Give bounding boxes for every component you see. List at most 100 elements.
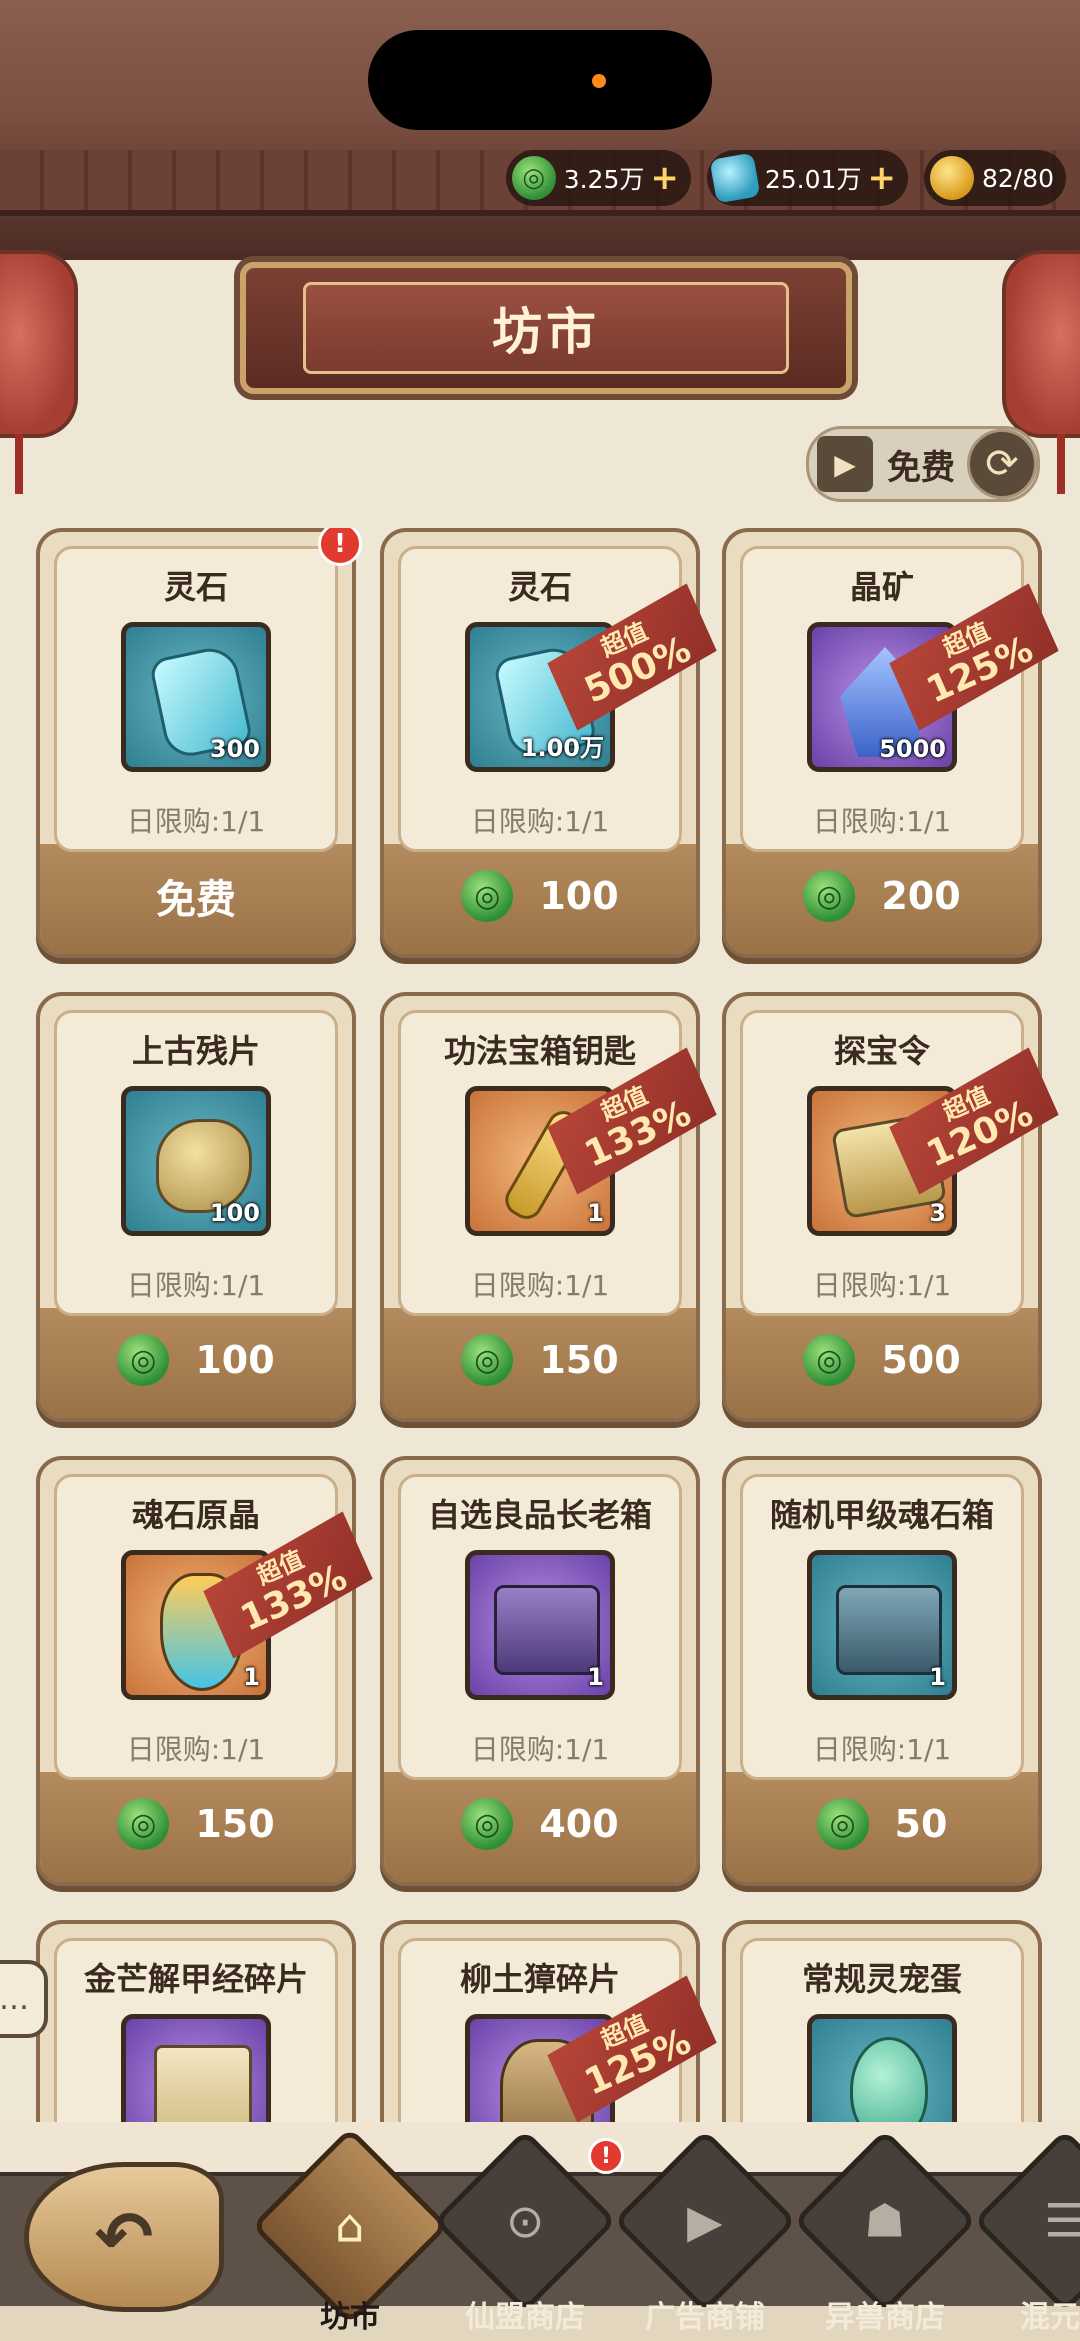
- item-qty: 5000: [879, 735, 946, 763]
- item-qty: 1: [929, 1663, 946, 1691]
- refresh-label: 免费: [887, 447, 955, 488]
- item-price: 免费: [156, 877, 236, 923]
- video-icon: ▶: [613, 2129, 797, 2313]
- jade-coin-icon: ◎: [803, 1334, 856, 1386]
- item-price: 400: [539, 1802, 619, 1846]
- back-arrow-icon: ↶: [94, 2196, 154, 2278]
- price-button[interactable]: ◎ 150: [384, 1310, 696, 1410]
- item-qty: 3: [929, 1199, 946, 1227]
- jade-coin-icon: ◎: [117, 1798, 170, 1850]
- shop-item-card[interactable]: 常规灵宠蛋: [722, 1920, 1042, 2128]
- item-limit: 日限购:1/1: [126, 1733, 266, 1766]
- spirit-stone-icon: 300: [121, 622, 271, 772]
- item-limit: 日限购:1/1: [470, 805, 610, 838]
- item-name: 自选良品长老箱: [427, 1496, 652, 1534]
- item-qty: 1: [243, 1663, 260, 1691]
- item-qty: 1.00万: [520, 734, 604, 762]
- spirit-stone-icon: [709, 152, 761, 204]
- item-name: 功法宝箱钥匙: [443, 1032, 636, 1070]
- tab-ad-shop[interactable]: ▶ 广告商铺: [613, 2129, 797, 2335]
- item-name: 上古残片: [131, 1032, 260, 1070]
- item-qty: 100: [209, 1199, 260, 1227]
- refresh-icon: ⟳: [967, 429, 1037, 499]
- pet-egg-icon: [807, 2014, 957, 2128]
- shop-item-card[interactable]: 上古残片 100 日限购:1/1 ◎ 100: [36, 992, 356, 1422]
- alert-icon: !: [318, 528, 362, 566]
- jade-coin-icon: ◎: [461, 870, 514, 922]
- item-name: 魂石原晶: [131, 1496, 260, 1534]
- scroll-icon: ☰: [973, 2129, 1080, 2313]
- shop-item-card[interactable]: 随机甲级魂石箱 1 日限购:1/1 ◎ 50: [722, 1456, 1042, 1886]
- tab-label: 混元商: [1020, 2300, 1080, 2335]
- item-price: 500: [881, 1338, 961, 1382]
- tab-market[interactable]: ⌂ 坊市: [251, 2127, 449, 2335]
- jade-coin-icon: ◎: [461, 1334, 514, 1386]
- tab-hunyuan-shop[interactable]: ☰ 混元商: [973, 2129, 1080, 2335]
- item-price: 150: [539, 1338, 619, 1382]
- price-button[interactable]: ◎ 100: [40, 1310, 352, 1410]
- plus-icon[interactable]: +: [867, 161, 896, 195]
- tab-beast-shop[interactable]: ☗ 异兽商店: [793, 2129, 977, 2335]
- title-board: 坊市: [240, 262, 852, 394]
- jade-coin-icon: ◎: [803, 870, 856, 922]
- plus-icon[interactable]: +: [650, 161, 679, 195]
- stamina-icon: [929, 156, 974, 200]
- item-name: 金芒解甲经碎片: [83, 1960, 308, 1998]
- shop-item-card[interactable]: 金芒解甲经碎片: [36, 1920, 356, 2128]
- bottom-nav: ↶ ⌂ 坊市 ⊙ 仙盟商店 ▶ 广告商铺 ☗ 异兽商店 ☰ 混元商: [0, 2122, 1080, 2341]
- back-button[interactable]: ↶: [24, 2162, 224, 2312]
- camera-indicator: [592, 74, 606, 88]
- item-limit: 日限购:1/1: [470, 1733, 610, 1766]
- price-button[interactable]: ◎ 200: [726, 846, 1038, 946]
- item-name: 随机甲级魂石箱: [769, 1496, 994, 1534]
- price-button[interactable]: 免费: [40, 846, 352, 946]
- shop-item-card[interactable]: 晶矿 5000 日限购:1/1 ◎ 200 超值 125%: [722, 528, 1042, 958]
- price-button[interactable]: ◎ 50: [726, 1774, 1038, 1874]
- camera-notch: [368, 30, 712, 130]
- shop-item-card[interactable]: 探宝令 3 日限购:1/1 ◎ 500 超值 120%: [722, 992, 1042, 1422]
- shop-item-card[interactable]: 灵石 300 日限购:1/1 免费 !: [36, 528, 362, 958]
- page-title: 坊市: [492, 303, 600, 361]
- tab-alliance-shop[interactable]: ⊙ 仙盟商店: [433, 2129, 617, 2335]
- currency-jade-value: 3.25万: [563, 165, 645, 194]
- item-name: 探宝令: [833, 1032, 930, 1070]
- elder-chest-icon: 1: [465, 1550, 615, 1700]
- shop-item-card[interactable]: 魂石原晶 1 日限购:1/1 ◎ 150 超值 133%: [36, 1456, 356, 1886]
- currency-stamina[interactable]: 82/80: [923, 150, 1066, 206]
- shop-item-card[interactable]: 功法宝箱钥匙 1 日限购:1/1 ◎ 150 超值 133%: [380, 992, 700, 1422]
- chat-icon[interactable]: …: [0, 1960, 48, 2038]
- play-video-icon: ▶: [817, 436, 873, 492]
- item-limit: 日限购:1/1: [812, 805, 952, 838]
- currency-stone-value: 25.01万: [764, 165, 862, 194]
- tab-label: 广告商铺: [645, 2300, 765, 2335]
- item-price: 100: [539, 874, 619, 918]
- shop-item-card[interactable]: 灵石 1.00万 日限购:1/1 ◎ 100 超值 500%: [380, 528, 700, 958]
- lantern-left: [0, 250, 78, 438]
- jade-coin-icon: ◎: [461, 1798, 514, 1850]
- item-name: 晶矿: [849, 568, 914, 606]
- shop-item-card[interactable]: 柳土獐碎片 超值 125%: [380, 1920, 700, 2128]
- currency-spirit-stone[interactable]: 25.01万 +: [706, 150, 908, 206]
- item-qty: 1: [587, 1199, 604, 1227]
- item-qty: 1: [587, 1663, 604, 1691]
- price-button[interactable]: ◎ 400: [384, 1774, 696, 1874]
- currency-jade[interactable]: ◎ 3.25万 +: [505, 150, 691, 206]
- price-button[interactable]: ◎ 100: [384, 846, 696, 946]
- price-button[interactable]: ◎ 500: [726, 1310, 1038, 1410]
- item-price: 50: [894, 1802, 948, 1846]
- scroll-fragment-icon: [121, 2014, 271, 2128]
- shop-grid: 灵石 300 日限购:1/1 免费 ! 灵石 1.00万 日限购:1/1 ◎ 10…: [0, 528, 1080, 2128]
- ancient-fragment-icon: 100: [121, 1086, 271, 1236]
- shop-item-card[interactable]: 自选良品长老箱 1 日限购:1/1 ◎ 400: [380, 1456, 700, 1886]
- currency-bar: ◎ 3.25万 + 25.01万 + 82/80: [505, 150, 1066, 206]
- jade-coin-icon: ◎: [511, 156, 556, 200]
- tab-label: 仙盟商店: [465, 2300, 585, 2335]
- tab-label: 异兽商店: [825, 2300, 945, 2335]
- refresh-button[interactable]: ▶ 免费 ⟳: [806, 426, 1040, 502]
- price-button[interactable]: ◎ 150: [40, 1774, 352, 1874]
- item-limit: 日限购:1/1: [126, 805, 266, 838]
- item-name: 柳土獐碎片: [459, 1960, 620, 1998]
- beast-icon: ☗: [793, 2129, 977, 2313]
- random-chest-icon: 1: [807, 1550, 957, 1700]
- item-price: 150: [195, 1802, 275, 1846]
